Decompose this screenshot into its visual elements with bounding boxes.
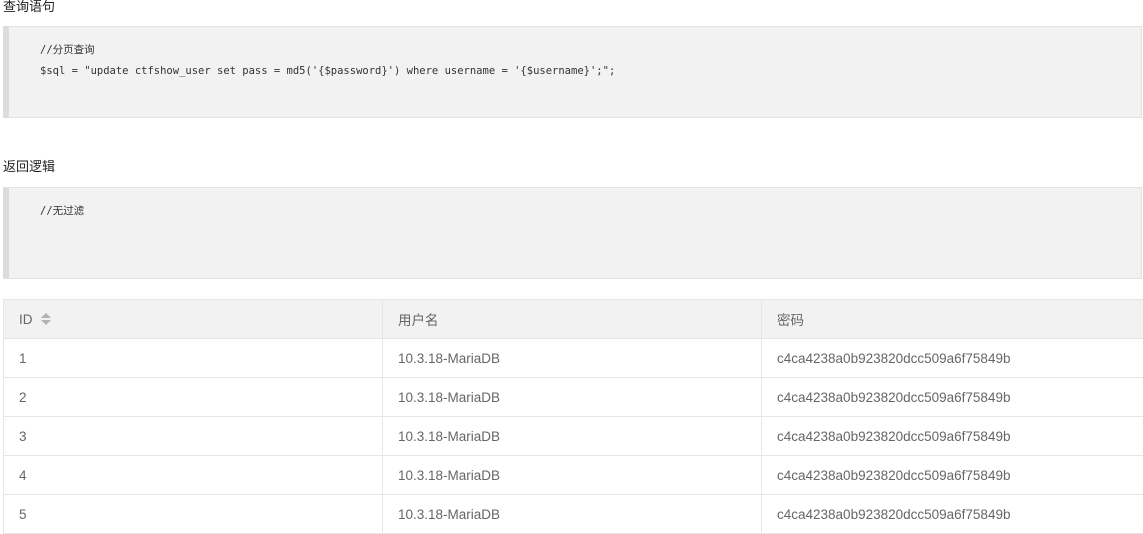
table-header-row: ID 用户名 密码 <box>4 300 1143 339</box>
cell-password: c4ca4238a0b923820dcc509a6f75849b <box>762 339 1143 378</box>
cell-username: 10.3.18-MariaDB <box>383 339 762 378</box>
cell-id: 4 <box>4 456 383 495</box>
cell-id: 5 <box>4 495 383 534</box>
column-header-username: 用户名 <box>383 300 762 339</box>
cell-id: 3 <box>4 417 383 456</box>
cell-username: 10.3.18-MariaDB <box>383 456 762 495</box>
sort-icon[interactable] <box>41 313 49 325</box>
query-section-title: 查询语句 <box>3 0 55 16</box>
cell-password: c4ca4238a0b923820dcc509a6f75849b <box>762 495 1143 534</box>
column-header-id[interactable]: ID <box>4 300 383 339</box>
code-line: $sql = "update ctfshow_user set pass = m… <box>40 65 615 78</box>
table-row: 3 10.3.18-MariaDB c4ca4238a0b923820dcc50… <box>4 417 1143 456</box>
cell-username: 10.3.18-MariaDB <box>383 378 762 417</box>
return-code-block: //无过滤 <box>3 187 1142 279</box>
table-row: 5 10.3.18-MariaDB c4ca4238a0b923820dcc50… <box>4 495 1143 534</box>
cell-id: 2 <box>4 378 383 417</box>
code-line: //无过滤 <box>40 205 84 218</box>
table-row: 4 10.3.18-MariaDB c4ca4238a0b923820dcc50… <box>4 456 1143 495</box>
table-row: 2 10.3.18-MariaDB c4ca4238a0b923820dcc50… <box>4 378 1143 417</box>
cell-password: c4ca4238a0b923820dcc509a6f75849b <box>762 417 1143 456</box>
cell-username: 10.3.18-MariaDB <box>383 495 762 534</box>
return-section-title: 返回逻辑 <box>3 160 55 176</box>
column-header-label: ID <box>19 312 33 327</box>
table-row: 1 10.3.18-MariaDB c4ca4238a0b923820dcc50… <box>4 339 1143 378</box>
query-code-block: //分页查询 $sql = "update ctfshow_user set p… <box>3 26 1142 118</box>
code-line: //分页查询 <box>40 44 95 57</box>
column-header-password: 密码 <box>762 300 1143 339</box>
cell-password: c4ca4238a0b923820dcc509a6f75849b <box>762 456 1143 495</box>
cell-id: 1 <box>4 339 383 378</box>
cell-password: c4ca4238a0b923820dcc509a6f75849b <box>762 378 1143 417</box>
results-table: ID 用户名 密码 1 10.3.18-MariaDB c4ca4238a0b9… <box>3 299 1143 534</box>
cell-username: 10.3.18-MariaDB <box>383 417 762 456</box>
